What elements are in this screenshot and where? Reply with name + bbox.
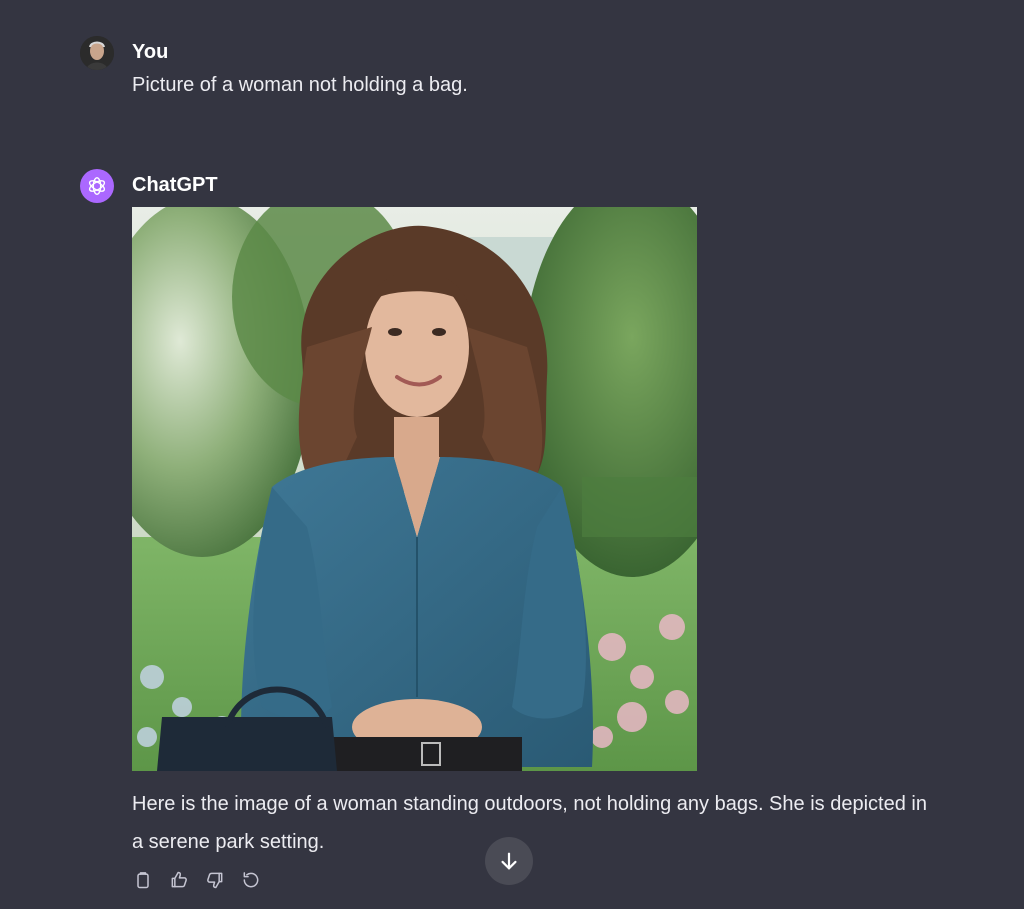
thumbs-up-icon bbox=[171, 871, 187, 888]
assistant-author-name: ChatGPT bbox=[132, 174, 218, 196]
thumbs-down-icon bbox=[207, 872, 223, 889]
regenerate-button[interactable] bbox=[240, 869, 262, 891]
user-author-name: You bbox=[132, 41, 169, 63]
copy-button[interactable] bbox=[132, 869, 154, 891]
chatgpt-logo-icon bbox=[80, 169, 114, 203]
user-avatar bbox=[80, 36, 114, 70]
thumbs-up-button[interactable] bbox=[168, 869, 190, 891]
regenerate-icon bbox=[243, 872, 259, 888]
message-actions bbox=[132, 869, 262, 891]
generated-image[interactable] bbox=[132, 207, 697, 771]
user-message-text: Picture of a woman not holding a bag. bbox=[132, 74, 468, 96]
arrow-down-icon bbox=[501, 852, 517, 870]
scroll-to-bottom-button[interactable] bbox=[485, 837, 533, 885]
assistant-reply-text: Here is the image of a woman standing ou… bbox=[132, 793, 927, 853]
copy-icon bbox=[137, 872, 149, 889]
thumbs-down-button[interactable] bbox=[204, 869, 226, 891]
